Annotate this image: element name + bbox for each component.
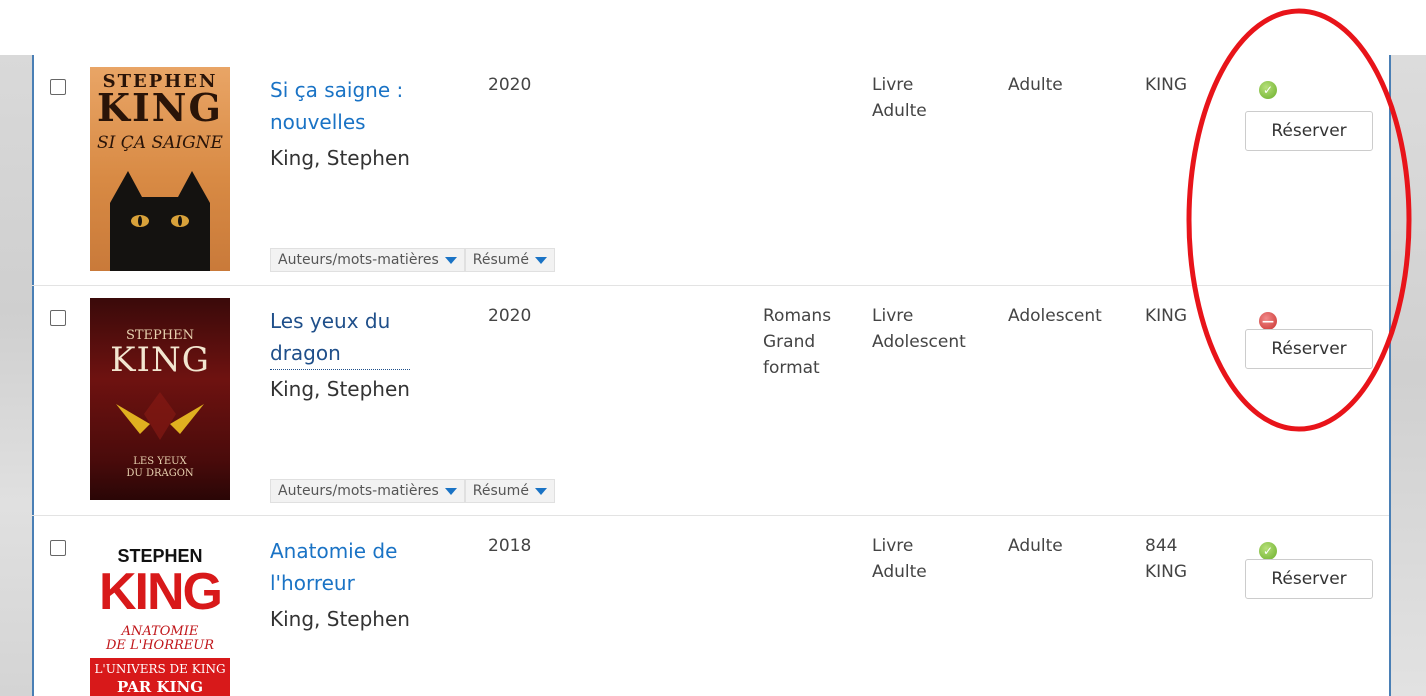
select-checkbox[interactable] — [50, 540, 66, 556]
author: King, Stephen — [270, 146, 410, 170]
title-link[interactable]: Les yeux du dragon — [270, 305, 410, 370]
result-row: STEPHEN KING ANATOMIE DE L'HORREUR L'UNI… — [32, 516, 1389, 696]
toggle-authors-subjects[interactable]: Auteurs/mots-matières — [270, 248, 465, 272]
caret-down-icon — [444, 256, 457, 264]
audience: Adulte — [1008, 75, 1063, 95]
genre: Romans Grand format — [763, 306, 832, 378]
cover-title-line2: DU DRAGON — [126, 468, 194, 479]
cover-author-name: KING — [110, 340, 210, 380]
year: 2020 — [488, 75, 532, 95]
book-cover[interactable]: STEPHEN KING ANATOMIE DE L'HORREUR L'UNI… — [90, 528, 230, 696]
toggle-label: Résumé — [472, 252, 529, 268]
year: 2018 — [488, 536, 532, 556]
document-type: Livre Adulte — [872, 536, 927, 582]
document-type: Livre Adulte — [872, 75, 927, 121]
toggle-label: Auteurs/mots-matières — [278, 252, 439, 268]
cover-title-line1: ANATOMIE — [121, 624, 199, 639]
title-link[interactable]: Anatomie de l'horreur — [270, 535, 440, 599]
result-row: STEPHEN KING LES YEUX DU DRAGON Les yeux… — [32, 286, 1389, 516]
author: King, Stephen — [270, 377, 410, 401]
toggle-label: Auteurs/mots-matières — [278, 483, 439, 499]
reserve-button[interactable]: Réserver — [1245, 329, 1373, 369]
cover-band-line1: L'UNIVERS DE KING — [94, 662, 226, 676]
background-left — [0, 55, 32, 696]
reserve-button[interactable]: Réserver — [1245, 111, 1373, 151]
cover-title-line2: DE L'HORREUR — [105, 638, 215, 653]
cover-title-line1: LES YEUX — [133, 456, 187, 467]
reserve-button[interactable]: Réserver — [1245, 559, 1373, 599]
year: 2020 — [488, 306, 532, 326]
result-row: STEPHEN KING SI ÇA SAIGNE Si ça saigne :… — [32, 55, 1389, 286]
detail-toggles: Auteurs/mots-matières Résumé — [270, 248, 555, 272]
title-link[interactable]: Si ça saigne : nouvelles — [270, 74, 470, 138]
cover-author-name: KING — [99, 563, 223, 621]
cover-title: SI ÇA SAIGNE — [97, 133, 223, 153]
toggle-summary[interactable]: Résumé — [464, 479, 555, 503]
select-checkbox[interactable] — [50, 310, 66, 326]
cover-author-name: KING — [97, 85, 223, 130]
toggle-authors-subjects[interactable]: Auteurs/mots-matières — [270, 479, 465, 503]
cat-illustration — [110, 171, 210, 271]
dragon-eyes-illustration — [116, 392, 204, 440]
audience: Adolescent — [1008, 306, 1102, 326]
document-type: Livre Adolescent — [872, 306, 966, 352]
check-circle-icon: ✓ — [1259, 542, 1277, 560]
caret-down-icon — [534, 487, 547, 495]
call-number: KING — [1145, 306, 1188, 326]
minus-circle-icon: — — [1259, 312, 1277, 330]
audience: Adulte — [1008, 536, 1063, 556]
background-right — [1388, 55, 1426, 696]
select-checkbox[interactable] — [50, 79, 66, 95]
call-number: KING — [1145, 75, 1188, 95]
check-circle-icon: ✓ — [1259, 81, 1277, 99]
caret-down-icon — [444, 487, 457, 495]
detail-toggles: Auteurs/mots-matières Résumé — [270, 479, 555, 503]
caret-down-icon — [534, 256, 547, 264]
book-cover[interactable]: STEPHEN KING LES YEUX DU DRAGON — [90, 298, 230, 500]
book-cover[interactable]: STEPHEN KING SI ÇA SAIGNE — [90, 67, 230, 271]
call-number: 844 KING — [1145, 536, 1188, 582]
cover-band-line2: PAR KING — [116, 678, 204, 696]
toggle-summary[interactable]: Résumé — [464, 248, 555, 272]
author: King, Stephen — [270, 607, 410, 631]
toggle-label: Résumé — [472, 483, 529, 499]
